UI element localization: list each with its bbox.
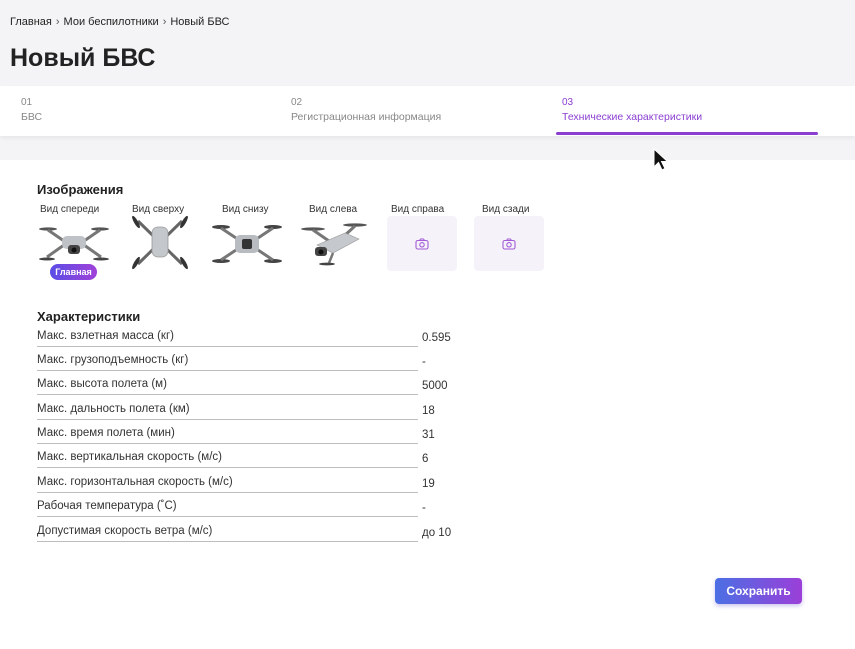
step-number: 02 <box>291 97 303 108</box>
drone-front-image[interactable] <box>38 215 110 270</box>
drone-top-image[interactable] <box>124 215 196 270</box>
spec-label: Макс. грузоподъемность (кг) <box>37 354 189 366</box>
spec-row-max-flight-time: Макс. время полета (мин) 31 <box>37 427 457 451</box>
view-label-bottom: Вид снизу <box>222 204 269 215</box>
view-label-top: Вид сверху <box>132 204 185 215</box>
save-button[interactable]: Сохранить <box>715 578 802 604</box>
breadcrumb-current: Новый БВС <box>170 16 230 28</box>
spec-row-operating-temperature: Рабочая температура (˚С) - <box>37 500 457 524</box>
spec-label: Макс. взлетная масса (кг) <box>37 330 174 342</box>
spec-value[interactable]: - <box>422 356 426 368</box>
spec-divider <box>37 541 418 542</box>
camera-icon <box>415 237 429 250</box>
breadcrumb-home[interactable]: Главная <box>10 16 52 28</box>
spec-label: Допустимая скорость ветра (м/с) <box>37 525 213 537</box>
spec-row-max-takeoff-mass: Макс. взлетная масса (кг) 0.595 <box>37 330 457 354</box>
spec-value[interactable]: 31 <box>422 429 435 441</box>
spec-value[interactable]: 19 <box>422 478 435 490</box>
view-label-right: Вид справа <box>391 204 445 215</box>
page-title: Новый БВС <box>10 44 156 72</box>
spec-row-max-horizontal-speed: Макс. горизонтальная скорость (м/с) 19 <box>37 476 457 500</box>
images-section-title: Изображения <box>37 182 124 197</box>
step-number: 01 <box>21 97 33 108</box>
spec-row-max-range: Макс. дальность полета (км) 18 <box>37 403 457 427</box>
spec-label: Макс. высота полета (м) <box>37 378 167 390</box>
spec-label: Макс. вертикальная скорость (м/с) <box>37 451 222 463</box>
spec-divider <box>37 516 418 517</box>
spec-row-max-vertical-speed: Макс. вертикальная скорость (м/с) 6 <box>37 451 457 475</box>
upload-right-view[interactable] <box>387 216 457 271</box>
drone-bottom-image[interactable] <box>211 215 283 270</box>
stepper: 01 БВС 02 Регистрационная информация 03 … <box>0 86 855 136</box>
spec-value[interactable]: 6 <box>422 453 428 465</box>
main-image-badge: Главная <box>50 264 97 280</box>
spec-divider <box>37 419 418 420</box>
step-label: Регистрационная информация <box>291 111 442 123</box>
drone-left-image[interactable] <box>299 215 371 270</box>
spec-divider <box>37 346 418 347</box>
step-number: 03 <box>562 97 574 108</box>
spec-divider <box>37 394 418 395</box>
breadcrumb: Главная › Мои беспилотники › Новый БВС <box>10 16 230 28</box>
spec-value[interactable]: 5000 <box>422 380 448 392</box>
spec-value[interactable]: до 10 <box>422 527 451 539</box>
breadcrumb-my-drones[interactable]: Мои беспилотники <box>64 16 159 28</box>
step-label: БВС <box>21 111 43 123</box>
spec-label: Макс. дальность полета (км) <box>37 403 190 415</box>
step-2[interactable]: 02 Регистрационная информация <box>291 86 541 136</box>
spec-label: Макс. горизонтальная скорость (м/с) <box>37 476 233 488</box>
upload-back-view[interactable] <box>474 216 544 271</box>
spec-value[interactable]: 18 <box>422 405 435 417</box>
view-label-front: Вид спереди <box>40 204 100 215</box>
breadcrumb-separator: › <box>162 16 167 28</box>
spec-row-max-payload: Макс. грузоподъемность (кг) - <box>37 354 457 378</box>
spec-label: Рабочая температура (˚С) <box>37 500 177 512</box>
active-step-indicator <box>556 132 818 135</box>
spec-row-max-altitude: Макс. высота полета (м) 5000 <box>37 378 457 402</box>
spec-divider <box>37 467 418 468</box>
camera-icon <box>502 237 516 250</box>
mouse-cursor-icon <box>653 148 669 171</box>
step-1[interactable]: 01 БВС <box>21 86 271 136</box>
spec-divider <box>37 443 418 444</box>
step-3-active[interactable]: 03 Технические характеристики <box>556 86 818 136</box>
spec-value[interactable]: - <box>422 502 426 514</box>
spec-row-wind-speed: Допустимая скорость ветра (м/с) до 10 <box>37 525 457 549</box>
spec-divider <box>37 370 418 371</box>
spec-label: Макс. время полета (мин) <box>37 427 175 439</box>
view-label-left: Вид слева <box>309 204 358 215</box>
step-label: Технические характеристики <box>562 111 703 123</box>
spec-divider <box>37 492 418 493</box>
specs-section-title: Характеристики <box>37 309 141 324</box>
spec-value[interactable]: 0.595 <box>422 332 451 344</box>
breadcrumb-separator: › <box>55 16 60 28</box>
view-label-back: Вид сзади <box>482 204 530 215</box>
